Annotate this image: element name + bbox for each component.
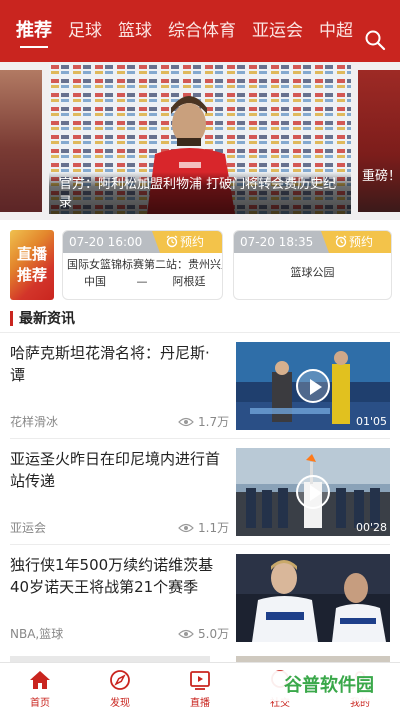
banner-carousel[interactable]: 重磅！鹰后 xyxy=(0,62,400,220)
eye-icon xyxy=(178,629,194,638)
live-recommend-section: 直播推荐 07-20 16:00 预约 国际女篮锦标赛第二站：贵州兴义 中国 —… xyxy=(0,220,400,300)
bottom-tab-label: 首页 xyxy=(30,698,50,709)
news-views: 5.0万 xyxy=(178,625,229,642)
thumbnail-image xyxy=(236,554,390,642)
live-card-title: 篮球公园 xyxy=(290,266,335,279)
bottom-tab-discover[interactable]: 发现 xyxy=(80,663,160,711)
news-view-count: 1.1万 xyxy=(198,521,230,535)
live-recommend-badge: 直播推荐 xyxy=(10,230,54,300)
news-views: 1.7万 xyxy=(178,413,229,430)
live-card-header: 07-20 16:00 预约 xyxy=(63,231,222,253)
banner-next-caption: 重磅！鹰后 xyxy=(362,169,400,184)
live-card-time: 07-20 16:00 xyxy=(69,235,143,249)
channel-tabs: 推荐 足球 篮球 综合体育 亚运会 中超 羽毛 xyxy=(0,0,360,62)
alarm-clock-icon xyxy=(335,235,347,248)
top-nav-bar: 推荐 足球 篮球 综合体育 亚运会 中超 羽毛 xyxy=(0,0,400,62)
tab-csl[interactable]: 中超 xyxy=(319,0,353,62)
vs-separator: — xyxy=(136,275,148,288)
reserve-button[interactable]: 预约 xyxy=(152,231,222,253)
bottom-tab-label: 发现 xyxy=(110,698,130,709)
news-view-count: 1.7万 xyxy=(198,415,230,429)
banner-next-slide[interactable]: 重磅！鹰后 xyxy=(358,70,400,212)
news-item[interactable]: 独行侠1年500万续约诺维茨基 40岁诺天王将战第21个赛季 NBA,篮球 5.… xyxy=(0,546,400,650)
eye-icon xyxy=(178,523,194,532)
tab-basketball[interactable]: 篮球 xyxy=(118,0,152,62)
video-duration: 00'28 xyxy=(355,521,387,534)
news-tag: NBA,篮球 xyxy=(10,627,64,641)
tab-recommend[interactable]: 推荐 xyxy=(16,0,52,62)
banner-caption: 官方：阿利松加盟利物浦 打破门将转会费历史纪录 xyxy=(59,177,337,210)
banner-prev-slide[interactable] xyxy=(0,70,42,212)
live-card-teams: 中国 — 阿根廷 xyxy=(63,273,222,290)
news-title: 独行侠1年500万续约诺维茨基 40岁诺天王将战第21个赛季 xyxy=(10,556,214,596)
reserve-label: 预约 xyxy=(180,235,205,249)
reserve-button[interactable]: 预约 xyxy=(321,231,391,253)
search-icon[interactable] xyxy=(364,29,386,51)
section-accent-bar xyxy=(10,311,13,326)
latest-news-header: 最新资讯 xyxy=(0,306,400,332)
tab-football[interactable]: 足球 xyxy=(68,0,102,62)
news-view-count: 5.0万 xyxy=(198,627,230,641)
eye-icon xyxy=(178,417,194,426)
tv-play-icon xyxy=(190,671,210,690)
news-title: 哈萨克斯坦花滑名将：丹尼斯·谭 xyxy=(10,344,210,384)
news-item[interactable]: 哈萨克斯坦花滑名将：丹尼斯·谭 花样滑冰 1.7万 01'05 xyxy=(0,334,400,438)
news-video-thumbnail[interactable]: 01'05 xyxy=(236,342,390,430)
play-icon[interactable] xyxy=(296,369,330,403)
news-video-thumbnail[interactable]: 00'28 xyxy=(236,448,390,536)
alarm-clock-icon xyxy=(166,235,178,248)
team-home: 中国 xyxy=(84,275,106,288)
news-title: 亚运圣火昨日在印尼境内进行首站传递 xyxy=(10,450,221,490)
live-card-header: 07-20 18:35 预约 xyxy=(234,231,391,253)
live-card-title: 国际女篮锦标赛第二站：贵州兴义 xyxy=(67,258,222,271)
news-image-thumbnail[interactable] xyxy=(236,554,390,642)
reserve-label: 预约 xyxy=(349,235,374,249)
live-card-1[interactable]: 07-20 16:00 预约 国际女篮锦标赛第二站：贵州兴义 中国 — 阿根廷 xyxy=(62,230,223,300)
news-tag: 花样滑冰 xyxy=(10,415,59,429)
divider xyxy=(0,332,400,333)
app-root: 推荐 足球 篮球 综合体育 亚运会 中超 羽毛 重磅！鹰后 xyxy=(0,0,400,711)
live-card-time: 07-20 18:35 xyxy=(240,235,314,249)
home-icon xyxy=(30,671,50,689)
section-title: 最新资讯 xyxy=(19,311,75,327)
news-item[interactable]: 亚运圣火昨日在印尼境内进行首站传递 亚运会 1.1万 00'28 xyxy=(0,440,400,544)
live-card-2[interactable]: 07-20 18:35 预约 篮球公园 xyxy=(233,230,392,300)
divider xyxy=(10,438,390,439)
banner-main-slide[interactable]: 官方：阿利松加盟利物浦 打破门将转会费历史纪录 xyxy=(49,62,351,214)
compass-icon xyxy=(110,670,130,690)
team-away: 阿根廷 xyxy=(172,275,206,288)
play-icon[interactable] xyxy=(296,475,330,509)
bottom-tab-live[interactable]: 直播 xyxy=(160,663,240,711)
tab-asian-games[interactable]: 亚运会 xyxy=(252,0,303,62)
bottom-tab-label: 直播 xyxy=(190,698,210,709)
video-duration: 01'05 xyxy=(355,415,387,428)
site-watermark: 谷普软件园 xyxy=(268,671,390,701)
news-tag: 亚运会 xyxy=(10,521,47,535)
tab-multi-sports[interactable]: 综合体育 xyxy=(168,0,236,62)
divider xyxy=(10,544,390,545)
bottom-tab-home[interactable]: 首页 xyxy=(0,663,80,711)
news-views: 1.1万 xyxy=(178,519,229,536)
